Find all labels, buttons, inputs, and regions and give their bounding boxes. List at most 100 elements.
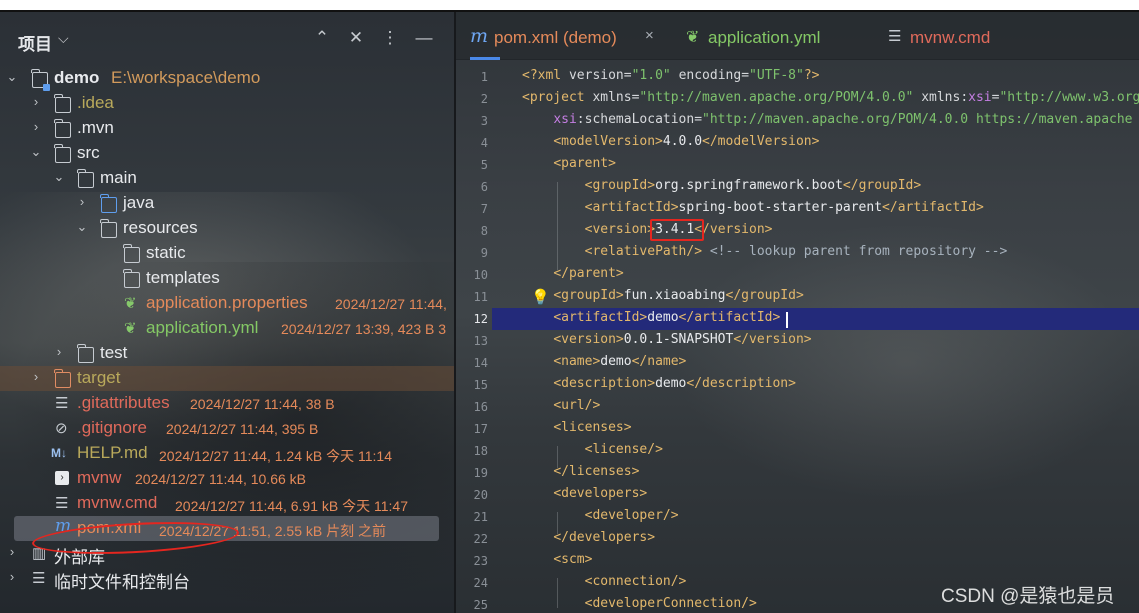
tree-item-label: .mvn xyxy=(77,118,114,137)
tab-label: application.yml xyxy=(708,28,821,47)
line-number: 4 xyxy=(480,136,488,150)
tree-item-label: resources xyxy=(123,218,198,237)
chevron-right-icon[interactable]: › xyxy=(76,194,88,209)
chevron-right-icon[interactable]: › xyxy=(30,369,42,384)
chevron-right-icon[interactable]: › xyxy=(6,569,18,584)
text-caret xyxy=(786,312,788,328)
tree-item-main[interactable]: ⌄ main xyxy=(0,166,454,191)
line-number: 17 xyxy=(473,422,488,436)
tree-item-mvnw[interactable]: › mvnw 2024/12/27 11:44, 10.66 kB xyxy=(0,466,454,491)
project-panel-header: 项目 ⌵ ⌃ ✕ ⋮ — xyxy=(0,26,454,54)
tree-item-label: templates xyxy=(146,268,220,287)
close-icon[interactable]: × xyxy=(645,27,654,44)
code-line-17: <licenses> xyxy=(553,420,632,435)
tree-item-path: E:\workspace\demo xyxy=(111,68,261,87)
tree-item-meta: 2024/12/27 11:44, 6.91 kB 今天 11:47 xyxy=(175,498,408,514)
code-line-4: <modelVersion>4.0.0</modelVersion> xyxy=(553,134,820,149)
line-number: 20 xyxy=(473,488,488,502)
tree-item-application-properties[interactable]: ❦ application.properties 2024/12/27 11:4… xyxy=(0,291,454,316)
tree-item-label: java xyxy=(123,193,155,212)
folder-icon xyxy=(54,144,71,163)
tree-item-label: .idea xyxy=(77,93,114,112)
chevron-right-icon[interactable]: › xyxy=(30,119,42,134)
line-number: 9 xyxy=(480,246,488,260)
line-number: 18 xyxy=(473,444,488,458)
project-panel-title[interactable]: 项目 xyxy=(18,30,52,55)
tree-item-templates[interactable]: templates xyxy=(0,266,454,291)
code-line-14: <name>demo</name> xyxy=(553,354,687,369)
tree-item-test[interactable]: › test xyxy=(0,341,454,366)
tree-item-src[interactable]: ⌄ src xyxy=(0,141,454,166)
red-annotation-box xyxy=(650,219,704,241)
code-line-7: <artifactId>spring-boot-starter-parent</… xyxy=(584,200,984,215)
collapse-all-icon[interactable]: ✕ xyxy=(346,28,366,48)
project-tool-window: 项目 ⌵ ⌃ ✕ ⋮ — ⌄ demo E:\workspace\demo › … xyxy=(0,12,454,613)
line-number: 13 xyxy=(473,334,488,348)
chevron-down-icon[interactable]: ⌄ xyxy=(30,144,42,160)
tree-item-demo[interactable]: ⌄ demo E:\workspace\demo xyxy=(0,66,454,91)
tree-item-label: static xyxy=(146,243,186,262)
code-line-10: </parent> xyxy=(553,266,624,281)
editor-tabs: m pom.xml (demo) × ❦ application.yml ☰ m… xyxy=(456,12,1139,60)
line-number: 21 xyxy=(473,510,488,524)
line-number: 5 xyxy=(480,158,488,172)
chevron-right-icon[interactable]: › xyxy=(53,344,65,359)
chevron-down-icon[interactable]: ⌄ xyxy=(53,169,65,185)
tree-item-gitattributes[interactable]: ☰ .gitattributes 2024/12/27 11:44, 38 B xyxy=(0,391,454,416)
code-line-18: <license/> xyxy=(584,442,663,457)
more-options-icon[interactable]: ⋮ xyxy=(380,28,400,48)
code-line-3: xsi:schemaLocation="http://maven.apache.… xyxy=(553,112,1133,127)
tree-item-label: demo xyxy=(54,68,100,87)
lightbulb-icon[interactable]: 💡 xyxy=(531,288,550,306)
tree-item-scratches[interactable]: › ☰ 临时文件和控制台 xyxy=(0,566,454,592)
tree-item-java[interactable]: › java xyxy=(0,191,454,216)
tree-item-meta: 2024/12/27 13:39, 423 B 3 xyxy=(281,321,447,337)
tree-item-mvn[interactable]: › .mvn xyxy=(0,116,454,141)
tree-item-label: .gitignore xyxy=(77,418,147,437)
tree-item-meta: 2024/12/27 11:44, xyxy=(335,296,447,312)
tab-label: mvnw.cmd xyxy=(910,28,991,47)
code-line-9: <relativePath/> <!-- lookup parent from … xyxy=(584,244,1008,259)
tree-item-resources[interactable]: ⌄ resources xyxy=(0,216,454,241)
chevron-down-icon[interactable]: ⌄ xyxy=(76,219,88,235)
folder-icon xyxy=(54,119,71,138)
code-editor[interactable]: <?xml version="1.0" encoding="UTF-8"?> <… xyxy=(522,60,1139,613)
code-line-11: <groupId>fun.xiaoabing</groupId> xyxy=(553,288,804,303)
excluded-folder-icon xyxy=(54,369,71,388)
tree-item-application-yml[interactable]: ❦ application.yml 2024/12/27 13:39, 423 … xyxy=(0,316,454,341)
tree-item-label: test xyxy=(100,343,128,362)
folder-icon xyxy=(77,169,94,188)
window-top-strip xyxy=(0,0,1139,12)
chevron-down-icon[interactable]: ⌄ xyxy=(6,69,18,85)
tree-item-meta: 2024/12/27 11:44, 395 B xyxy=(166,421,319,437)
expand-all-icon[interactable]: ⌃ xyxy=(312,28,332,48)
tree-item-target[interactable]: › target xyxy=(0,366,454,391)
tab-label: pom.xml (demo) xyxy=(494,28,617,47)
chevron-right-icon[interactable]: › xyxy=(30,94,42,109)
chevron-right-icon[interactable]: › xyxy=(6,544,18,559)
tree-item-gitignore[interactable]: ⊘ .gitignore 2024/12/27 11:44, 395 B xyxy=(0,416,454,441)
ignore-file-icon: ⊘ xyxy=(55,420,68,437)
chevron-down-icon[interactable]: ⌵ xyxy=(58,30,69,47)
tree-item-label: target xyxy=(77,368,121,387)
line-number: 15 xyxy=(473,378,488,392)
tree-item-static[interactable]: static xyxy=(0,241,454,266)
tree-item-help-md[interactable]: M↓ HELP.md 2024/12/27 11:44, 1.24 kB 今天 … xyxy=(0,441,454,466)
shell-script-icon: › xyxy=(55,471,69,485)
minimize-icon[interactable]: — xyxy=(414,28,434,48)
line-number: 1 xyxy=(480,70,488,84)
line-number: 11 xyxy=(473,290,488,304)
text-file-icon: ☰ xyxy=(55,395,69,412)
line-number-gutter: 1 2 3 4 5 6 7 8 9 10 11 12 13 14 15 16 1… xyxy=(456,60,506,613)
folder-icon xyxy=(77,344,94,363)
line-number: 10 xyxy=(473,268,488,282)
code-line-22: </developers> xyxy=(553,530,656,545)
tree-item-idea[interactable]: › .idea xyxy=(0,91,454,116)
code-line-25: <developerConnection/> xyxy=(584,596,757,611)
tree-item-mvnw-cmd[interactable]: ☰ mvnw.cmd 2024/12/27 11:44, 6.91 kB 今天 … xyxy=(0,491,454,516)
folder-icon xyxy=(123,244,140,263)
code-line-20: <developers> xyxy=(553,486,648,501)
line-number: 14 xyxy=(473,356,488,370)
tree-item-meta: 2024/12/27 11:44, 38 B xyxy=(190,396,335,412)
line-number: 23 xyxy=(473,554,488,568)
